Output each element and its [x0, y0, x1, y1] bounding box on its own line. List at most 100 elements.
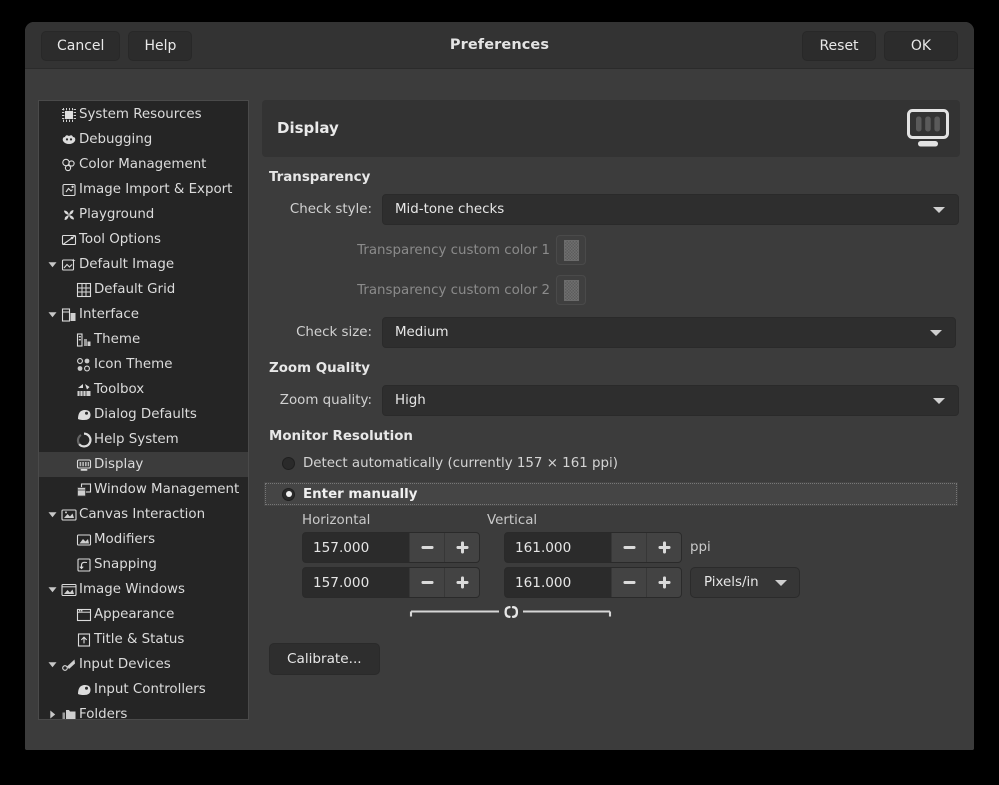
chevron-down-icon [775, 580, 787, 586]
sidebar-item-default-grid[interactable]: Default Grid [39, 277, 248, 302]
chain-broken-icon[interactable] [407, 603, 614, 625]
radio-indicator [282, 457, 295, 470]
vertical-unit-spinner[interactable]: 161.000 [504, 567, 682, 598]
sidebar-item-theme[interactable]: Theme [39, 327, 248, 352]
sidebar-item-display[interactable]: Display [39, 452, 248, 477]
sidebar-item-label: Folders [79, 708, 127, 720]
sidebar-item-folders[interactable]: Folders [39, 702, 248, 720]
sidebar-item-default-image[interactable]: Default Image [39, 252, 248, 277]
folders-icon [60, 707, 78, 721]
sidebar-item-appearance[interactable]: Appearance [39, 602, 248, 627]
sidebar-item-label: Canvas Interaction [79, 508, 205, 521]
icon-theme-icon [75, 357, 93, 373]
resolution-unit-value: Pixels/in [704, 575, 759, 590]
check-size-label: Check size: [269, 325, 372, 340]
horizontal-ppi-spinner[interactable]: 157.000 [302, 532, 480, 563]
custom-color-1-swatch-button[interactable] [556, 235, 586, 265]
sidebar-item-image-windows[interactable]: Image Windows [39, 577, 248, 602]
sidebar-item-interface[interactable]: Interface [39, 302, 248, 327]
tool-options-icon [60, 232, 78, 248]
vertical-ppi-decrement-button[interactable] [611, 533, 646, 562]
sidebar-item-color-management[interactable]: Color Management [39, 152, 248, 177]
chevron-down-icon [930, 330, 942, 336]
preferences-category-tree[interactable]: System Resources Debugging Color Managemen… [38, 100, 249, 720]
sidebar-item-help-system[interactable]: Help System [39, 427, 248, 452]
sidebar-item-window-management[interactable]: Window Management [39, 477, 248, 502]
sidebar-item-icon-theme[interactable]: Icon Theme [39, 352, 248, 377]
chevron-right-icon[interactable] [45, 709, 59, 720]
calibrate-button[interactable]: Calibrate... [269, 643, 380, 675]
horizontal-ppi-decrement-button[interactable] [409, 533, 444, 562]
pinwheel-icon [60, 207, 78, 223]
sidebar-item-label: Interface [79, 308, 139, 321]
chevron-down-icon[interactable] [45, 584, 59, 595]
sidebar-item-debugging[interactable]: Debugging [39, 127, 248, 152]
window-titlebar: Cancel Help Preferences Reset OK [25, 22, 974, 69]
zoom-quality-combobox[interactable]: High [382, 385, 959, 416]
resolution-unit-combobox[interactable]: Pixels/in [690, 567, 800, 598]
image-window-icon [60, 582, 78, 598]
theme-icon [75, 332, 93, 348]
sidebar-item-system-resources[interactable]: System Resources [39, 102, 248, 127]
sidebar-item-label: Input Controllers [94, 683, 206, 696]
sidebar-item-input-devices[interactable]: Input Devices [39, 652, 248, 677]
sidebar-item-label: Toolbox [94, 383, 144, 396]
sidebar-item-input-controllers[interactable]: Input Controllers [39, 677, 248, 702]
sidebar-item-label: System Resources [79, 108, 202, 121]
category-list: System Resources Debugging Color Managemen… [39, 101, 248, 720]
sidebar-item-label: Appearance [94, 608, 174, 621]
vertical-unit-increment-button[interactable] [646, 568, 681, 597]
sidebar-item-tool-options[interactable]: Tool Options [39, 227, 248, 252]
horizontal-ppi-input[interactable]: 157.000 [303, 533, 409, 562]
sidebar-item-image-import-export[interactable]: Image Import & Export [39, 177, 248, 202]
sidebar-item-title-status[interactable]: Title & Status [39, 627, 248, 652]
input-devices-icon [60, 657, 78, 673]
check-size-combobox[interactable]: Medium [382, 317, 956, 348]
vertical-unit-input[interactable]: 161.000 [505, 568, 611, 597]
chevron-down-icon[interactable] [45, 659, 59, 670]
sidebar-item-playground[interactable]: Playground [39, 202, 248, 227]
horizontal-unit-increment-button[interactable] [444, 568, 479, 597]
radio-enter-manually[interactable]: Enter manually [264, 482, 958, 506]
zoom-quality-value: High [395, 393, 925, 408]
ok-button[interactable]: OK [884, 31, 958, 61]
horizontal-ppi-increment-button[interactable] [444, 533, 479, 562]
custom-color-2-swatch-button[interactable] [556, 275, 586, 305]
dialog-defaults-icon [75, 407, 93, 423]
color-swatch [564, 240, 579, 261]
resolution-unit-row: 157.000 161.000 [302, 567, 960, 598]
reset-button[interactable]: Reset [802, 31, 876, 61]
canvas-icon [60, 507, 78, 523]
sidebar-item-dialog-defaults[interactable]: Dialog Defaults [39, 402, 248, 427]
preferences-window: Cancel Help Preferences Reset OK System … [25, 22, 974, 750]
import-export-icon [60, 182, 78, 198]
horizontal-unit-input[interactable]: 157.000 [303, 568, 409, 597]
sidebar-item-snapping[interactable]: Snapping [39, 552, 248, 577]
chevron-down-icon[interactable] [45, 509, 59, 520]
check-size-row: Check size: Medium [262, 317, 960, 348]
sidebar-item-label: Debugging [79, 133, 152, 146]
vertical-unit-decrement-button[interactable] [611, 568, 646, 597]
page-title: Display [277, 100, 339, 156]
snapping-icon [75, 557, 93, 573]
ppi-unit-label: ppi [690, 540, 711, 555]
sidebar-item-toolbox[interactable]: Toolbox [39, 377, 248, 402]
display-icon [75, 457, 93, 473]
vertical-ppi-input[interactable]: 161.000 [505, 533, 611, 562]
horizontal-unit-spinner[interactable]: 157.000 [302, 567, 480, 598]
window-body: System Resources Debugging Color Managemen… [25, 70, 974, 750]
sidebar-item-label: Modifiers [94, 533, 155, 546]
vertical-header: Vertical [487, 513, 537, 528]
vertical-ppi-spinner[interactable]: 161.000 [504, 532, 682, 563]
chevron-down-icon[interactable] [45, 309, 59, 320]
sidebar-item-modifiers[interactable]: Modifiers [39, 527, 248, 552]
check-style-row: Check style: Mid-tone checks [262, 194, 960, 225]
sidebar-item-canvas-interaction[interactable]: Canvas Interaction [39, 502, 248, 527]
calibrate-row: Calibrate... [262, 643, 960, 675]
horizontal-unit-decrement-button[interactable] [409, 568, 444, 597]
vertical-ppi-increment-button[interactable] [646, 533, 681, 562]
cpu-icon [60, 107, 78, 123]
check-style-combobox[interactable]: Mid-tone checks [382, 194, 959, 225]
radio-detect-automatically[interactable]: Detect automatically (currently 157 × 16… [262, 451, 960, 475]
chevron-down-icon[interactable] [45, 259, 59, 270]
